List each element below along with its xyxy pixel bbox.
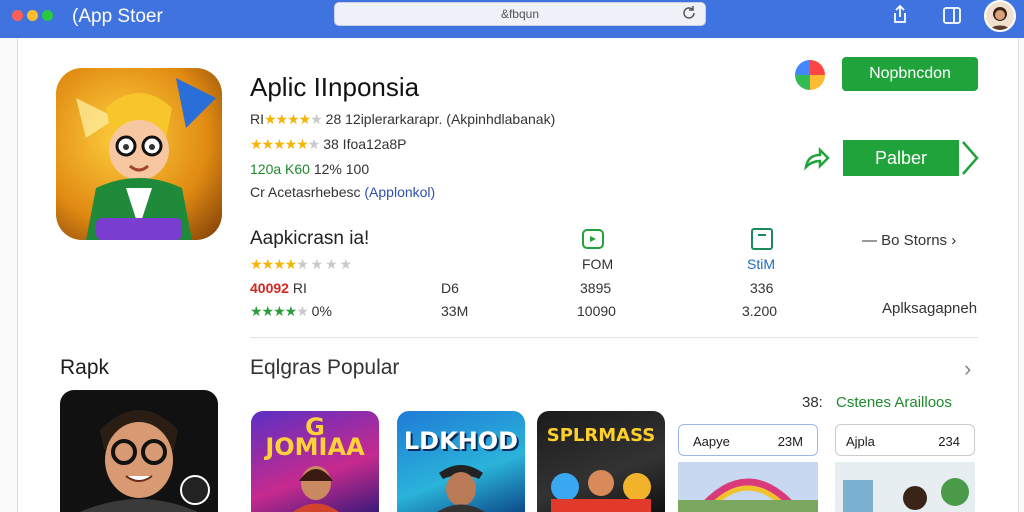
tabs-icon[interactable]	[941, 4, 963, 26]
reload-icon[interactable]	[681, 5, 697, 21]
size-rest: 12% 100	[313, 161, 370, 177]
rating-text: 28 12iplerarkarapr. (Akpinhdlabanak)	[325, 111, 556, 127]
age-rating-icon	[751, 228, 773, 250]
section-divider	[250, 337, 978, 338]
left-sidebar	[0, 38, 18, 512]
tile-3-title: SPLRMASS	[546, 425, 656, 446]
right-edge	[1018, 38, 1024, 512]
card-2-image	[835, 462, 975, 512]
see-stores-label[interactable]: Bo Storns	[881, 232, 947, 249]
card-2-value: 234	[938, 434, 960, 449]
close-window-button[interactable]	[12, 10, 23, 21]
rating-line-2: ★★★★★★ 38 Ifoa12a8P	[250, 136, 407, 153]
size-green: 120a K60	[250, 161, 310, 177]
row2-stars: ★★★★	[250, 303, 297, 319]
stats-row-1: 40092 RI	[250, 280, 307, 296]
get-button[interactable]: Nopbncdon	[842, 57, 978, 91]
app-name: Aplic IInponsia	[250, 72, 420, 102]
developer-name: Cr Acetasrhebesc	[250, 184, 361, 200]
row1-col1: D6	[441, 280, 459, 296]
popular-title: Eqlgras Popular	[250, 356, 400, 379]
side-section-title: Rapk	[60, 356, 110, 379]
row2-col2: 10090	[577, 303, 616, 319]
card-2-header: Ajpla 234	[835, 424, 975, 456]
stars-row-1: ★★★★★ ★ ★ ★	[250, 256, 352, 272]
title-bar: (App Stoer &fbqun	[0, 0, 1024, 38]
popular-card-1[interactable]: Aapye 23M	[678, 424, 818, 512]
developer-link[interactable]: (Applonkol)	[364, 184, 435, 200]
app-icon	[56, 68, 222, 240]
category-link[interactable]: Cstenes Arailloos	[836, 394, 952, 411]
row1-col3: 336	[750, 280, 774, 296]
developer-line: Cr Acetasrhebesc (Applonkol)	[250, 184, 435, 200]
ratings-more-link[interactable]: Aplksagapneh	[882, 300, 977, 317]
row2-col1: 33M	[441, 303, 469, 319]
share-icon[interactable]	[889, 4, 911, 26]
game-controller-icon	[582, 229, 604, 249]
rating-empty-star-2: ★	[307, 136, 321, 152]
tile-2-title: LDKHOD	[403, 427, 519, 455]
user-avatar[interactable]	[984, 0, 1016, 32]
ratings-section-title: Aapkicrasn ia!	[250, 228, 370, 249]
see-stores-link[interactable]: — Bo Storns ›	[862, 232, 956, 249]
tile-1-title: G JOMIAA	[265, 413, 365, 461]
popular-card-2[interactable]: Ajpla 234	[835, 424, 975, 512]
row1-left-rest: RI	[292, 280, 307, 296]
card-1-image	[678, 462, 818, 512]
card-2-name: Ajpla	[846, 434, 875, 449]
forward-share-icon[interactable]	[802, 145, 830, 173]
row2-col3: 3.200	[742, 303, 778, 319]
window-controls	[12, 10, 53, 21]
rating-empty-star: ★	[310, 111, 323, 127]
row1-col2: 3895	[580, 280, 612, 296]
popular-tile-1[interactable]: G JOMIAA	[251, 411, 379, 512]
stats-row-2: ★★★★★ 0%	[250, 303, 332, 319]
category-label: FOM	[582, 256, 614, 272]
open-button[interactable]: Palber	[843, 140, 959, 176]
row2-pct: 0%	[311, 303, 332, 319]
game-center-icon[interactable]	[795, 60, 825, 90]
featured-avatar-image[interactable]	[60, 390, 218, 512]
row1-red-value: 40092	[250, 280, 289, 296]
rating-prefix: RI	[250, 111, 264, 127]
popular-count: 38:	[802, 394, 823, 411]
card-1-value: 23M	[777, 434, 803, 449]
card-1-name: Aapye	[693, 434, 730, 449]
chevron-right-icon[interactable]	[959, 140, 981, 176]
card-1-header: Aapye 23M	[678, 424, 818, 456]
size-line: 120a K60 12% 100	[250, 161, 369, 177]
popular-tile-3[interactable]: SPLRMASS	[537, 411, 665, 512]
rating-stars-2: ★★★★★	[250, 136, 309, 152]
see-stores-dash: —	[862, 232, 877, 249]
minimize-window-button[interactable]	[27, 10, 38, 21]
rating-text-2: 38 Ifoa12a8P	[323, 136, 407, 152]
popular-tile-2[interactable]: LDKHOD	[397, 411, 525, 512]
popular-chevron[interactable]: ›	[964, 356, 971, 382]
window-title: (App Stoer	[72, 6, 163, 27]
rating-stars: ★★★★	[264, 111, 311, 127]
zoom-window-button[interactable]	[42, 10, 53, 21]
age-label: StiM	[747, 256, 775, 272]
address-text[interactable]: &fbqun	[335, 7, 705, 21]
address-bar[interactable]: &fbqun	[334, 2, 706, 26]
rating-line: RI★★★★★ 28 12iplerarkarapr. (Akpinhdlaba…	[250, 111, 555, 128]
